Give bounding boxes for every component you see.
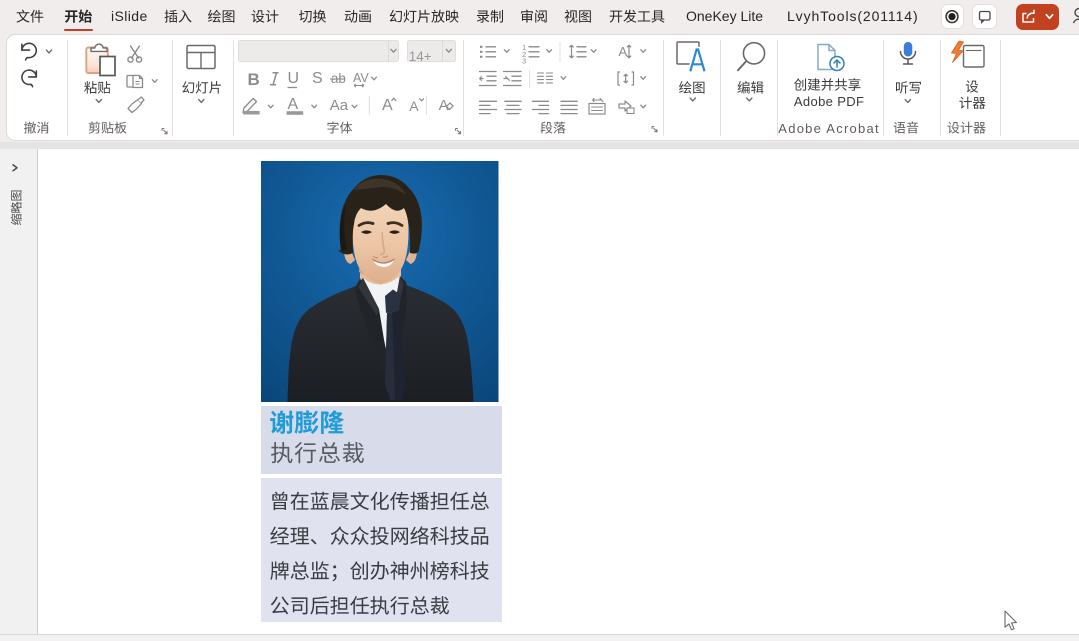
- svg-text:3: 3: [522, 56, 526, 65]
- svg-text:A: A: [619, 44, 628, 59]
